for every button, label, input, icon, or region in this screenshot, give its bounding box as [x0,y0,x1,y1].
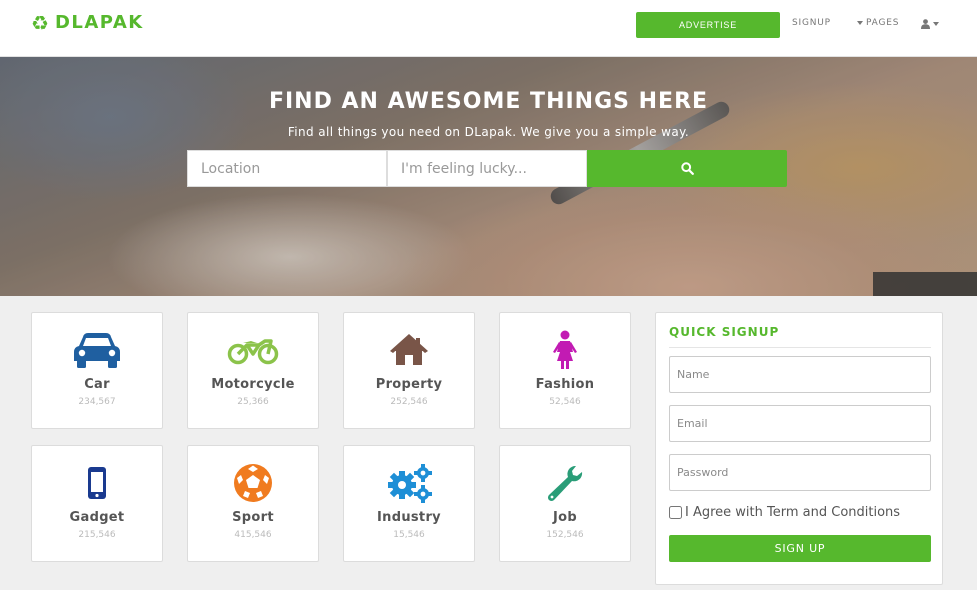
hero-banner: FIND AN AWESOME THINGS HERE Find all thi… [0,57,977,296]
category-card-job[interactable]: Job 152,546 [499,445,631,562]
keyword-input[interactable] [387,150,587,187]
navbar: ♻ DLAPAK ADVERTISE SIGNUP PAGES [0,0,977,57]
category-label: Job [553,510,577,525]
category-label: Car [84,377,110,392]
category-card-property[interactable]: Property 252,546 [343,312,475,429]
nav-signup-link[interactable]: SIGNUP [792,18,831,28]
caret-down-icon [857,21,863,25]
category-card-car[interactable]: Car 234,567 [31,312,163,429]
category-card-fashion[interactable]: Fashion 52,546 [499,312,631,429]
category-card-industry[interactable]: Industry 15,546 [343,445,475,562]
category-label: Industry [377,510,441,525]
house-icon [344,330,474,370]
nav-pages-label: PAGES [866,18,900,28]
user-menu-dropdown[interactable] [921,19,939,29]
category-count: 15,546 [393,530,425,540]
location-input[interactable] [187,150,387,187]
search-button[interactable] [587,150,787,187]
advertise-button[interactable]: ADVERTISE [636,12,780,38]
category-count: 252,546 [390,397,428,407]
category-card-motorcycle[interactable]: Motorcycle 25,366 [187,312,319,429]
divider [669,347,931,348]
category-label: Property [375,377,443,392]
caret-down-icon [933,22,939,26]
category-count: 152,546 [546,530,584,540]
category-label: Gadget [69,510,125,525]
category-label: Motorcycle [211,377,295,392]
agree-label: I Agree with Term and Conditions [685,505,901,520]
category-label: Sport [232,510,274,525]
agree-checkbox[interactable] [669,506,682,519]
category-count: 52,546 [549,397,581,407]
category-card-sport[interactable]: Sport 415,546 [187,445,319,562]
name-field[interactable] [669,356,931,393]
car-icon [32,330,162,370]
mobile-icon [32,463,162,503]
motorcycle-icon [188,330,318,370]
hero-title: FIND AN AWESOME THINGS HERE [268,89,709,114]
brand-logo[interactable]: ♻ DLAPAK [31,12,144,33]
signup-title: QUICK SIGNUP [669,325,780,339]
recycle-icon: ♻ [31,10,49,35]
category-count: 415,546 [234,530,272,540]
nav-pages-dropdown[interactable]: PAGES [857,18,899,28]
gears-icon [344,463,474,503]
quick-signup-panel: QUICK SIGNUP I Agree with Term and Condi… [655,312,943,585]
nav-signup-label: SIGNUP [792,18,831,28]
user-icon [921,19,930,29]
signup-button[interactable]: SIGN UP [669,535,931,562]
email-field[interactable] [669,405,931,442]
hero-subtitle: Find all things you need on DLapak. We g… [287,125,690,139]
password-field[interactable] [669,454,931,491]
wrench-icon [500,463,630,503]
soccer-ball-icon [188,463,318,503]
category-count: 215,546 [78,530,116,540]
category-count: 234,567 [78,397,116,407]
category-count: 25,366 [237,397,269,407]
category-card-gadget[interactable]: Gadget 215,546 [31,445,163,562]
category-label: Fashion [535,377,595,392]
agree-terms[interactable]: I Agree with Term and Conditions [669,505,900,520]
female-icon [500,330,630,370]
brand-name: DLAPAK [54,12,144,33]
search-icon [680,162,694,175]
